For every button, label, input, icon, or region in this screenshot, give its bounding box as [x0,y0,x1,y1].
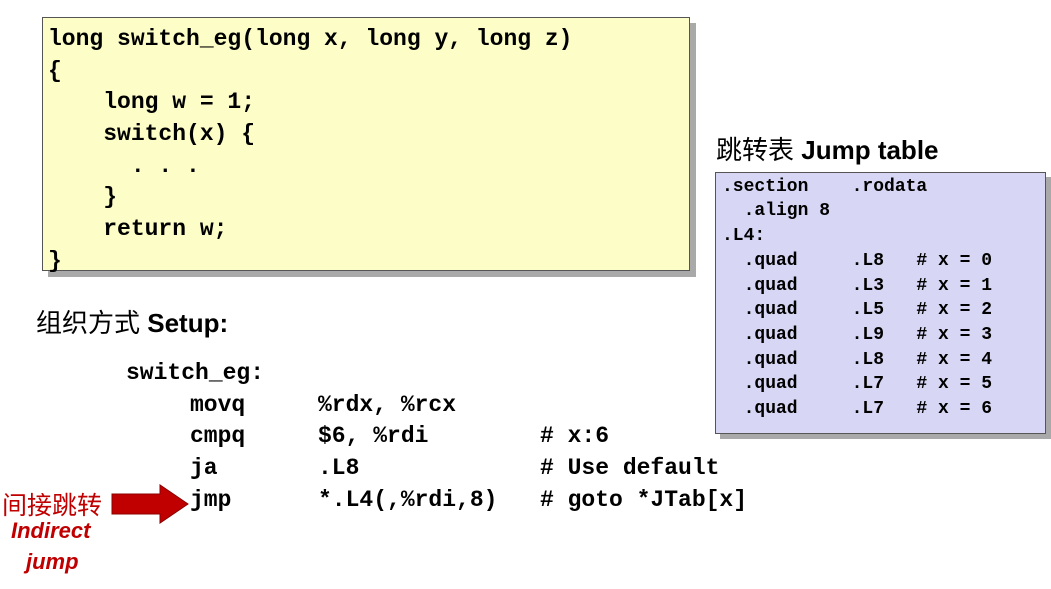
asm-op: cmpq [190,423,246,449]
setup-title: 组织方式 Setup: [36,303,228,340]
code-line: { [48,58,62,84]
asm-args: %rdx, %rcx [318,392,457,418]
jump-table-line: .quad .L9 # x = 3 [722,325,993,345]
asm-comment: # goto *JTab[x] [540,487,748,513]
asm-args: *.L4(,%rdi,8) [318,487,498,513]
code-line: . . . [48,153,200,179]
indirect-jump-label-en-1: Indirect [11,518,91,543]
asm-op: ja [190,455,218,481]
code-line: } [48,248,62,274]
code-line: switch(x) { [48,121,256,147]
code-line: return w; [48,216,228,242]
setup-title-en: Setup: [147,308,229,338]
indirect-jump-label-en-2: jump [26,549,79,574]
asm-comment: # Use default [540,455,720,481]
jump-table-line: .quad .L5 # x = 2 [722,300,993,320]
right-arrow-icon [111,484,189,524]
jump-table-title-cn: 跳转表 [716,135,795,165]
asm-comment: # x:6 [540,423,610,449]
setup-title-cn: 组织方式 [36,308,141,338]
jump-table-title: 跳转表 Jump table [716,130,939,167]
code-line: long switch_eg(long x, long y, long z) [48,26,573,52]
c-code-box: long switch_eg(long x, long y, long z) {… [42,17,690,274]
jump-table-line: .L4: [722,226,766,246]
asm-op: jmp [190,487,232,513]
asm-args: .L8 [318,455,360,481]
asm-label: switch_eg: [126,360,265,386]
jump-table-box: .section .rodata .align 8 .L4: .quad .L8… [715,172,1046,434]
jump-table-line: .section .rodata [722,177,928,197]
jump-table-line: .quad .L8 # x = 0 [722,251,993,271]
indirect-jump-label-cn: 间接跳转 [2,492,103,520]
jump-table-line: .quad .L7 # x = 5 [722,374,993,394]
jump-table-line: .quad .L3 # x = 1 [722,276,993,296]
jump-table-line: .quad .L8 # x = 4 [722,350,993,370]
jump-table-line: .align 8 [722,201,831,221]
asm-op: movq [190,392,246,418]
code-line: } [48,184,118,210]
asm-args: $6, %rdi [318,423,429,449]
jump-table-title-en: Jump table [801,135,939,165]
jump-table-line: .quad .L7 # x = 6 [722,399,993,419]
code-line: long w = 1; [48,89,256,115]
